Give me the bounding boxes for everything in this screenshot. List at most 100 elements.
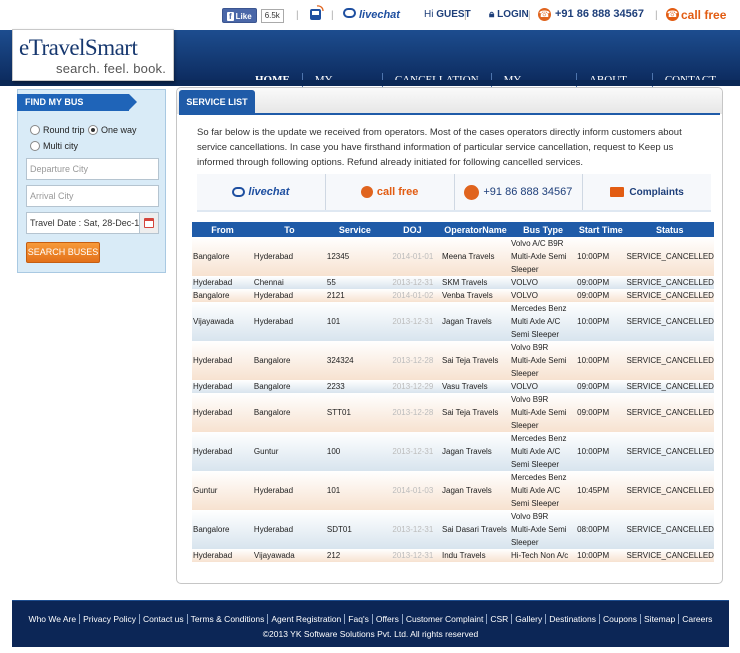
footer-link[interactable]: Terms & Conditions bbox=[187, 614, 269, 624]
cell-service: 2121 bbox=[326, 291, 345, 300]
service-list-panel: SERVICE LIST So far below is the update … bbox=[176, 87, 723, 584]
cell-status: SERVICE_CANCELLED bbox=[626, 317, 714, 326]
find-my-bus-title: FIND MY BUS bbox=[17, 94, 137, 111]
call-free-link[interactable]: call free bbox=[681, 8, 726, 22]
calendar-icon[interactable] bbox=[139, 212, 159, 234]
bus-type-line: Mercedes Benz bbox=[510, 473, 567, 482]
logo-tagline: search. feel. book. bbox=[56, 61, 167, 76]
round-trip-option[interactable]: Round trip bbox=[30, 125, 85, 135]
cell-doj: 2013-12-31 bbox=[392, 317, 434, 326]
departure-city-input[interactable]: Departure City bbox=[26, 158, 159, 180]
cell-start-time: 10:00PM bbox=[577, 356, 610, 365]
contact-call-free[interactable]: call free bbox=[326, 174, 455, 210]
bus-type-line: Sleeper bbox=[510, 538, 539, 547]
cell-to: Hyderabad bbox=[253, 486, 294, 495]
bus-type-line: Volvo A/C B9R bbox=[510, 239, 564, 248]
contact-complaints[interactable]: Complaints bbox=[583, 174, 711, 210]
table-body: Bangalore Hyderabad 12345 2014-01-01 Meena T… bbox=[192, 237, 714, 562]
contact-options: livechat call free +91 86 888 34567 Comp… bbox=[197, 174, 711, 212]
footer-link[interactable]: Contact us bbox=[140, 614, 188, 624]
footer-link[interactable]: Who We Are bbox=[25, 614, 81, 624]
cell-start-time: 10:00PM bbox=[577, 447, 610, 456]
cell-status: SERVICE_CANCELLED bbox=[626, 551, 714, 560]
footer-link[interactable]: Customer Complaint bbox=[402, 614, 488, 624]
bus-type-line: Semi Sleeper bbox=[510, 499, 559, 508]
cell-to: Guntur bbox=[253, 447, 279, 456]
divider: | bbox=[655, 10, 658, 21]
cell-from: Vijayawada bbox=[193, 317, 234, 326]
tab-service-list[interactable]: SERVICE LIST bbox=[179, 90, 255, 114]
footer-link[interactable]: Sitemap bbox=[641, 614, 680, 624]
multi-city-option[interactable]: Multi city bbox=[30, 141, 78, 151]
phone-icon bbox=[464, 184, 480, 200]
divider: | bbox=[528, 10, 531, 21]
cell-service: 212 bbox=[326, 551, 341, 560]
travel-date-field[interactable]: Travel Date : Sat, 28-Dec-13 bbox=[26, 212, 159, 234]
bus-type-line: Sleeper bbox=[510, 369, 539, 378]
chat-icon bbox=[343, 8, 356, 18]
facebook-like-button[interactable]: f Like bbox=[222, 8, 257, 23]
footer-link[interactable]: Agent Registration bbox=[268, 614, 346, 624]
cell-operator: Vasu Travels bbox=[442, 382, 488, 391]
bus-type-line: Sleeper bbox=[510, 265, 539, 274]
cell-operator: Meena Travels bbox=[442, 252, 495, 261]
logo-brand: eTravelSmart bbox=[19, 35, 138, 60]
cell-from: Bangalore bbox=[193, 252, 230, 261]
contact-phone[interactable]: +91 86 888 34567 bbox=[455, 174, 584, 210]
footer-link[interactable]: CSR bbox=[487, 614, 513, 624]
facebook-like[interactable]: f Like 6.5k bbox=[222, 8, 284, 23]
cell-status: SERVICE_CANCELLED bbox=[626, 291, 714, 300]
footer-link[interactable]: Gallery bbox=[512, 614, 547, 624]
radio-button[interactable] bbox=[30, 141, 40, 151]
footer-link[interactable]: Faq's bbox=[345, 614, 373, 624]
table-row: Hyderabad Bangalore 2233 2013-12-29 Vasu Tra… bbox=[192, 380, 714, 393]
footer-link[interactable]: Careers bbox=[679, 614, 715, 624]
bus-type-line: Multi-Axle Semi bbox=[510, 252, 567, 261]
cell-bus-type: Mercedes Benz Multi Axle A/C Semi Sleeper bbox=[510, 432, 576, 471]
bus-type-line: Volvo B9R bbox=[510, 395, 549, 404]
bus-type-line: Multi Axle A/C bbox=[510, 486, 561, 495]
one-way-option[interactable]: One way bbox=[88, 125, 137, 135]
intro-text: So far below is the update we received f… bbox=[197, 127, 682, 168]
cell-service: 101 bbox=[326, 486, 341, 495]
phone-icon: ☎ bbox=[538, 8, 551, 21]
cell-operator: Sai Dasari Travels bbox=[442, 525, 507, 534]
bus-type-line: Multi-Axle Semi bbox=[510, 356, 567, 365]
bus-icon[interactable] bbox=[308, 5, 324, 23]
search-buses-button[interactable]: SEARCH BUSES bbox=[26, 242, 100, 263]
cell-service: SDT01 bbox=[326, 525, 352, 534]
cell-operator: Jagan Travels bbox=[442, 486, 492, 495]
col-service: Service bbox=[325, 222, 384, 237]
cell-from: Bangalore bbox=[193, 291, 230, 300]
cell-bus-type: Mercedes Benz Multi Axle A/C Semi Sleeper bbox=[510, 471, 576, 510]
cell-start-time: 09:00PM bbox=[577, 408, 610, 417]
cell-from: Hyderabad bbox=[193, 278, 233, 287]
cell-bus-type: Hi-Tech Non A/c bbox=[510, 549, 576, 562]
cell-doj: 2013-12-28 bbox=[392, 408, 434, 417]
footer-link[interactable]: Offers bbox=[372, 614, 403, 624]
radio-button[interactable] bbox=[88, 125, 98, 135]
table-row: Hyderabad Vijayawada 212 2013-12-31 Indu Tra… bbox=[192, 549, 714, 562]
cell-to: Hyderabad bbox=[253, 317, 294, 326]
contact-livechat[interactable]: livechat bbox=[197, 174, 326, 210]
cell-start-time: 09:00PM bbox=[577, 382, 610, 391]
cell-start-time: 09:00PM bbox=[577, 278, 610, 287]
bus-type-line: Volvo B9R bbox=[510, 343, 549, 352]
table-row: Vijayawada Hyderabad 101 2013-12-31 Jagan Tr… bbox=[192, 302, 714, 341]
bus-type-line: Multi Axle A/C bbox=[510, 317, 561, 326]
footer-link[interactable]: Privacy Policy bbox=[80, 614, 141, 624]
find-my-bus-panel: FIND MY BUS Round trip One way Multi cit… bbox=[17, 89, 166, 273]
login-link[interactable]: 🔒︎ LOGIN bbox=[489, 9, 529, 20]
col-doj: DOJ bbox=[383, 222, 441, 237]
phone-number: +91 86 888 34567 bbox=[555, 8, 645, 20]
col-to: To bbox=[252, 222, 326, 237]
footer-link[interactable]: Destinations bbox=[546, 614, 600, 624]
chat-icon bbox=[232, 187, 246, 197]
arrival-city-input[interactable]: Arrival City bbox=[26, 185, 159, 207]
site-logo[interactable]: eTravelSmart search. feel. book. bbox=[12, 29, 174, 81]
radio-button[interactable] bbox=[30, 125, 40, 135]
cell-service: 55 bbox=[326, 278, 336, 287]
livechat-link[interactable]: livechat bbox=[343, 8, 400, 21]
footer-link[interactable]: Coupons bbox=[599, 614, 642, 624]
cell-status: SERVICE_CANCELLED bbox=[626, 486, 714, 495]
